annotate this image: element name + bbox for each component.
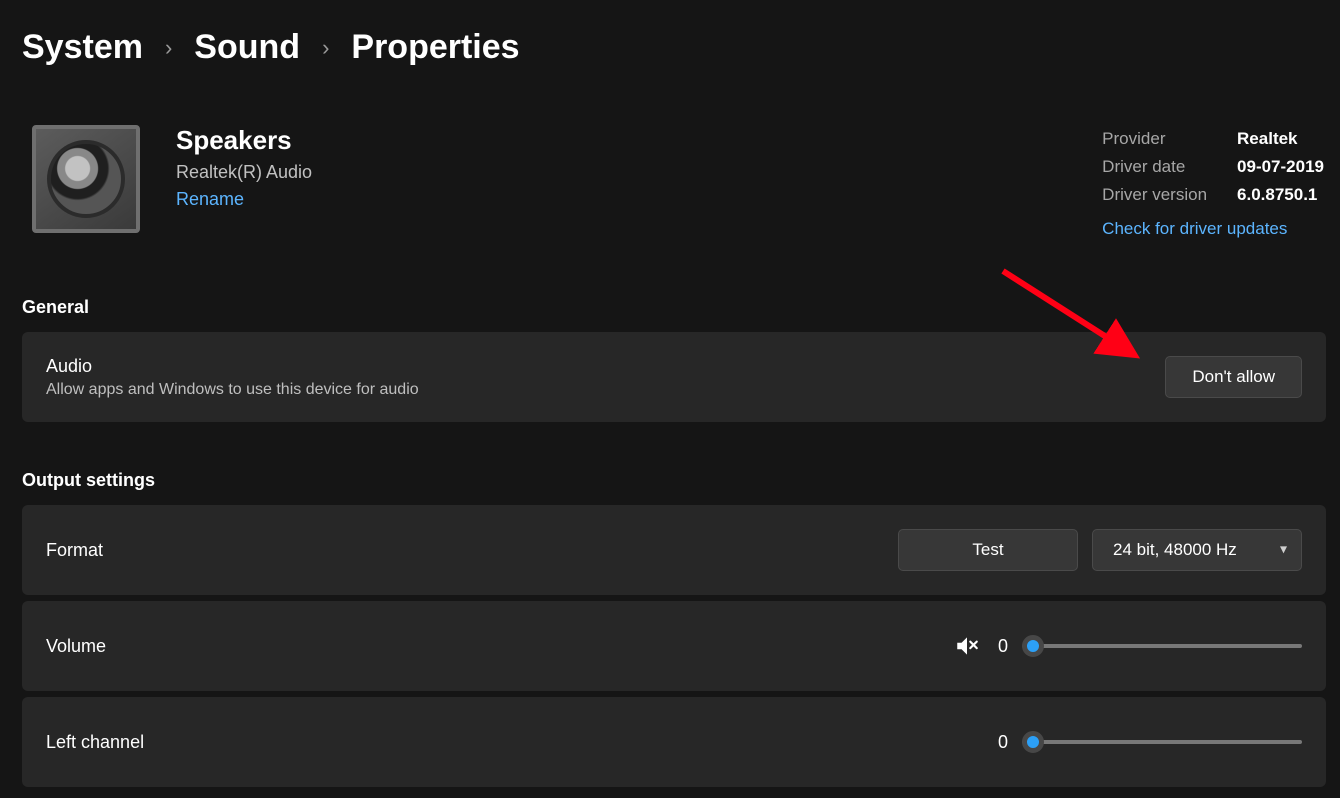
driver-date-label: Driver date xyxy=(1102,157,1207,177)
rename-link[interactable]: Rename xyxy=(176,189,1066,210)
dont-allow-button[interactable]: Don't allow xyxy=(1165,356,1302,398)
driver-metadata: Provider Realtek Driver date 09-07-2019 … xyxy=(1102,125,1324,239)
speaker-device-icon xyxy=(32,125,140,233)
format-row: Format Test 24 bit, 48000 Hz ▾ xyxy=(22,505,1326,595)
left-channel-row: Left channel 0 xyxy=(22,697,1326,787)
chevron-right-icon: › xyxy=(165,35,172,61)
driver-version-value: 6.0.8750.1 xyxy=(1237,185,1324,205)
volume-muted-icon[interactable] xyxy=(954,635,984,657)
breadcrumb: System › Sound › Properties xyxy=(0,0,1340,67)
left-channel-label: Left channel xyxy=(46,732,998,753)
breadcrumb-properties: Properties xyxy=(351,28,519,67)
volume-row: Volume 0 xyxy=(22,601,1326,691)
volume-value: 0 xyxy=(998,636,1008,657)
device-subtitle: Realtek(R) Audio xyxy=(176,162,1066,183)
driver-version-label: Driver version xyxy=(1102,185,1207,205)
format-label: Format xyxy=(46,540,898,561)
volume-slider[interactable] xyxy=(1022,641,1302,651)
chevron-right-icon: › xyxy=(322,35,329,61)
section-output-label: Output settings xyxy=(0,428,1340,505)
provider-label: Provider xyxy=(1102,129,1207,149)
chevron-down-icon: ▾ xyxy=(1280,541,1287,558)
left-channel-slider[interactable] xyxy=(1022,737,1302,747)
driver-date-value: 09-07-2019 xyxy=(1237,157,1324,177)
device-name: Speakers xyxy=(176,125,1066,156)
breadcrumb-system[interactable]: System xyxy=(22,28,143,67)
left-channel-value: 0 xyxy=(998,732,1008,753)
format-dropdown-value: 24 bit, 48000 Hz xyxy=(1113,540,1237,560)
audio-allow-row: Audio Allow apps and Windows to use this… xyxy=(22,332,1326,422)
volume-label: Volume xyxy=(46,636,954,657)
provider-value: Realtek xyxy=(1237,129,1324,149)
test-button[interactable]: Test xyxy=(898,529,1078,571)
check-driver-updates-link[interactable]: Check for driver updates xyxy=(1102,213,1324,239)
section-general-label: General xyxy=(0,239,1340,332)
audio-row-desc: Allow apps and Windows to use this devic… xyxy=(46,381,1165,399)
format-dropdown[interactable]: 24 bit, 48000 Hz ▾ xyxy=(1092,529,1302,571)
breadcrumb-sound[interactable]: Sound xyxy=(194,28,300,67)
audio-row-title: Audio xyxy=(46,356,1165,377)
